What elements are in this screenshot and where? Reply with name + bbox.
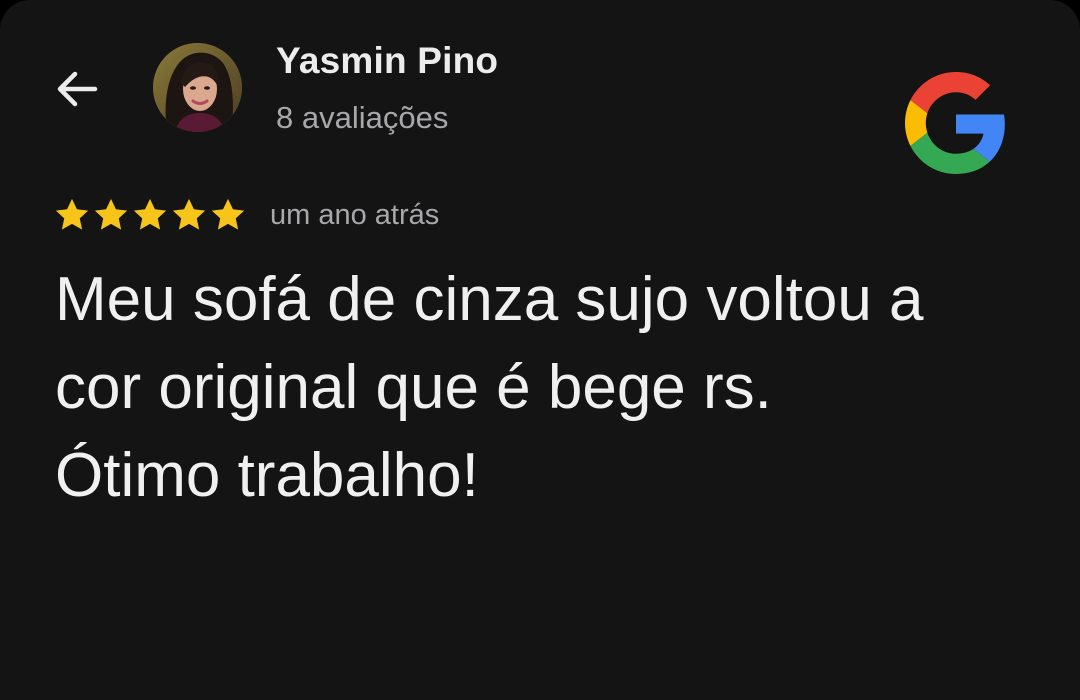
star-icon (94, 198, 128, 230)
star-icon (211, 198, 245, 230)
review-text: Meu sofá de cinza sujo voltou a cor orig… (55, 265, 924, 510)
back-button[interactable] (48, 60, 106, 118)
avatar[interactable] (153, 43, 242, 132)
star-icon (172, 198, 206, 230)
star-rating (53, 196, 248, 234)
profile-photo (153, 43, 242, 132)
star-icon (133, 198, 167, 230)
review-count: 8 avaliações (276, 100, 449, 135)
review-time: um ano atrás (270, 198, 440, 231)
reviewer-name[interactable]: Yasmin Pino (276, 40, 498, 82)
review-card: Yasmin Pino 8 avaliações um ano atrás Me… (0, 0, 1080, 700)
arrow-left-icon (57, 71, 98, 107)
star-icon (55, 198, 89, 230)
rating-row: um ano atrás (53, 193, 439, 237)
google-g-icon (905, 72, 1005, 174)
